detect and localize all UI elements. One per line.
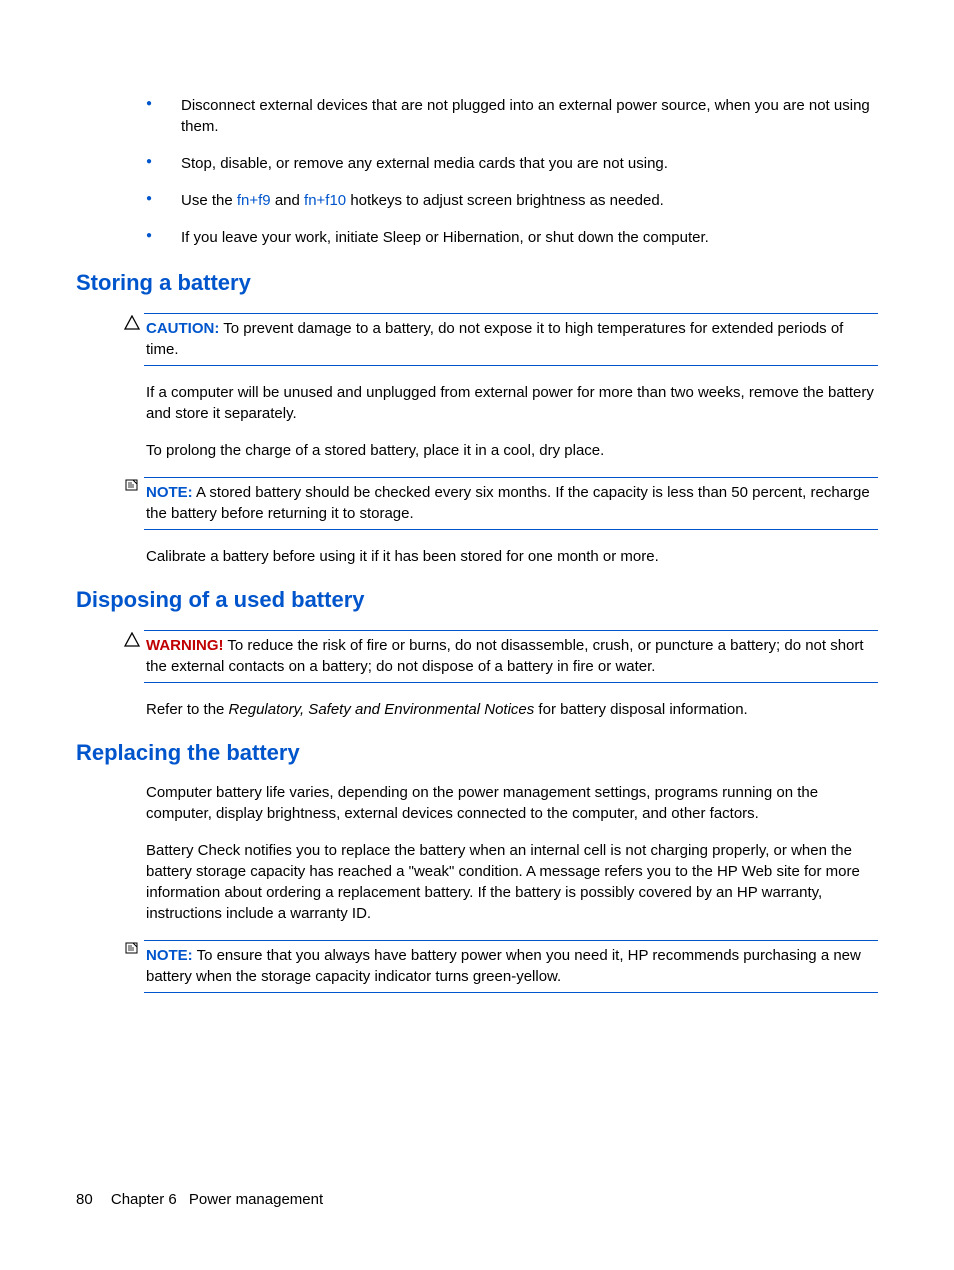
note-text: A stored battery should be checked every…: [146, 484, 870, 522]
chapter-title: Power management: [189, 1191, 323, 1208]
warning-icon: [124, 630, 144, 683]
paragraph-compound: Refer to the Regulatory, Safety and Envi…: [146, 699, 878, 720]
caution-callout: CAUTION: To prevent damage to a battery,…: [124, 313, 878, 366]
list-item: Disconnect external devices that are not…: [146, 95, 878, 137]
warning-text: To reduce the risk of fire or burns, do …: [146, 637, 864, 675]
note-text: To ensure that you always have battery p…: [146, 947, 861, 985]
paragraph: If a computer will be unused and unplugg…: [146, 382, 878, 424]
warning-label: WARNING!: [146, 637, 224, 654]
bullet-list: Disconnect external devices that are not…: [146, 95, 878, 248]
note-body: NOTE: A stored battery should be checked…: [144, 477, 878, 530]
list-item: If you leave your work, initiate Sleep o…: [146, 227, 878, 248]
caution-label: CAUTION:: [146, 320, 219, 337]
text-fragment: Use the: [181, 192, 237, 209]
section-heading-disposing: Disposing of a used battery: [76, 585, 878, 616]
text-fragment: for battery disposal information.: [534, 701, 747, 718]
text-fragment: and: [271, 192, 304, 209]
note-label: NOTE:: [146, 947, 193, 964]
paragraph: Computer battery life varies, depending …: [146, 782, 878, 824]
caution-body: CAUTION: To prevent damage to a battery,…: [144, 313, 878, 366]
warning-callout: WARNING! To reduce the risk of fire or b…: [124, 630, 878, 683]
bullet-text-compound: Use the fn+f9 and fn+f10 hotkeys to adju…: [181, 192, 664, 209]
bullet-text: If you leave your work, initiate Sleep o…: [181, 229, 709, 246]
hotkey-text: fn+f10: [304, 192, 346, 209]
page-footer: 80 Chapter 6 Power management: [76, 1189, 323, 1210]
page-content: Disconnect external devices that are not…: [0, 0, 954, 993]
paragraph: To prolong the charge of a stored batter…: [146, 440, 878, 461]
page-number: 80: [76, 1191, 93, 1208]
note-icon: [124, 940, 144, 993]
paragraph: Battery Check notifies you to replace th…: [146, 840, 878, 924]
caution-text: To prevent damage to a battery, do not e…: [146, 320, 843, 358]
list-item: Use the fn+f9 and fn+f10 hotkeys to adju…: [146, 190, 878, 211]
note-body: NOTE: To ensure that you always have bat…: [144, 940, 878, 993]
note-callout: NOTE: A stored battery should be checked…: [124, 477, 878, 530]
note-callout: NOTE: To ensure that you always have bat…: [124, 940, 878, 993]
text-fragment: Refer to the: [146, 701, 229, 718]
note-label: NOTE:: [146, 484, 193, 501]
section-heading-storing: Storing a battery: [76, 268, 878, 299]
section-heading-replacing: Replacing the battery: [76, 738, 878, 769]
note-icon: [124, 477, 144, 530]
list-item: Stop, disable, or remove any external me…: [146, 153, 878, 174]
text-fragment: hotkeys to adjust screen brightness as n…: [346, 192, 664, 209]
warning-body: WARNING! To reduce the risk of fire or b…: [144, 630, 878, 683]
chapter-label: Chapter 6: [111, 1191, 177, 1208]
bullet-text: Stop, disable, or remove any external me…: [181, 155, 668, 172]
italic-text: Regulatory, Safety and Environmental Not…: [229, 701, 535, 718]
bullet-text: Disconnect external devices that are not…: [181, 97, 870, 135]
hotkey-text: fn+f9: [237, 192, 271, 209]
caution-icon: [124, 313, 144, 366]
paragraph: Calibrate a battery before using it if i…: [146, 546, 878, 567]
